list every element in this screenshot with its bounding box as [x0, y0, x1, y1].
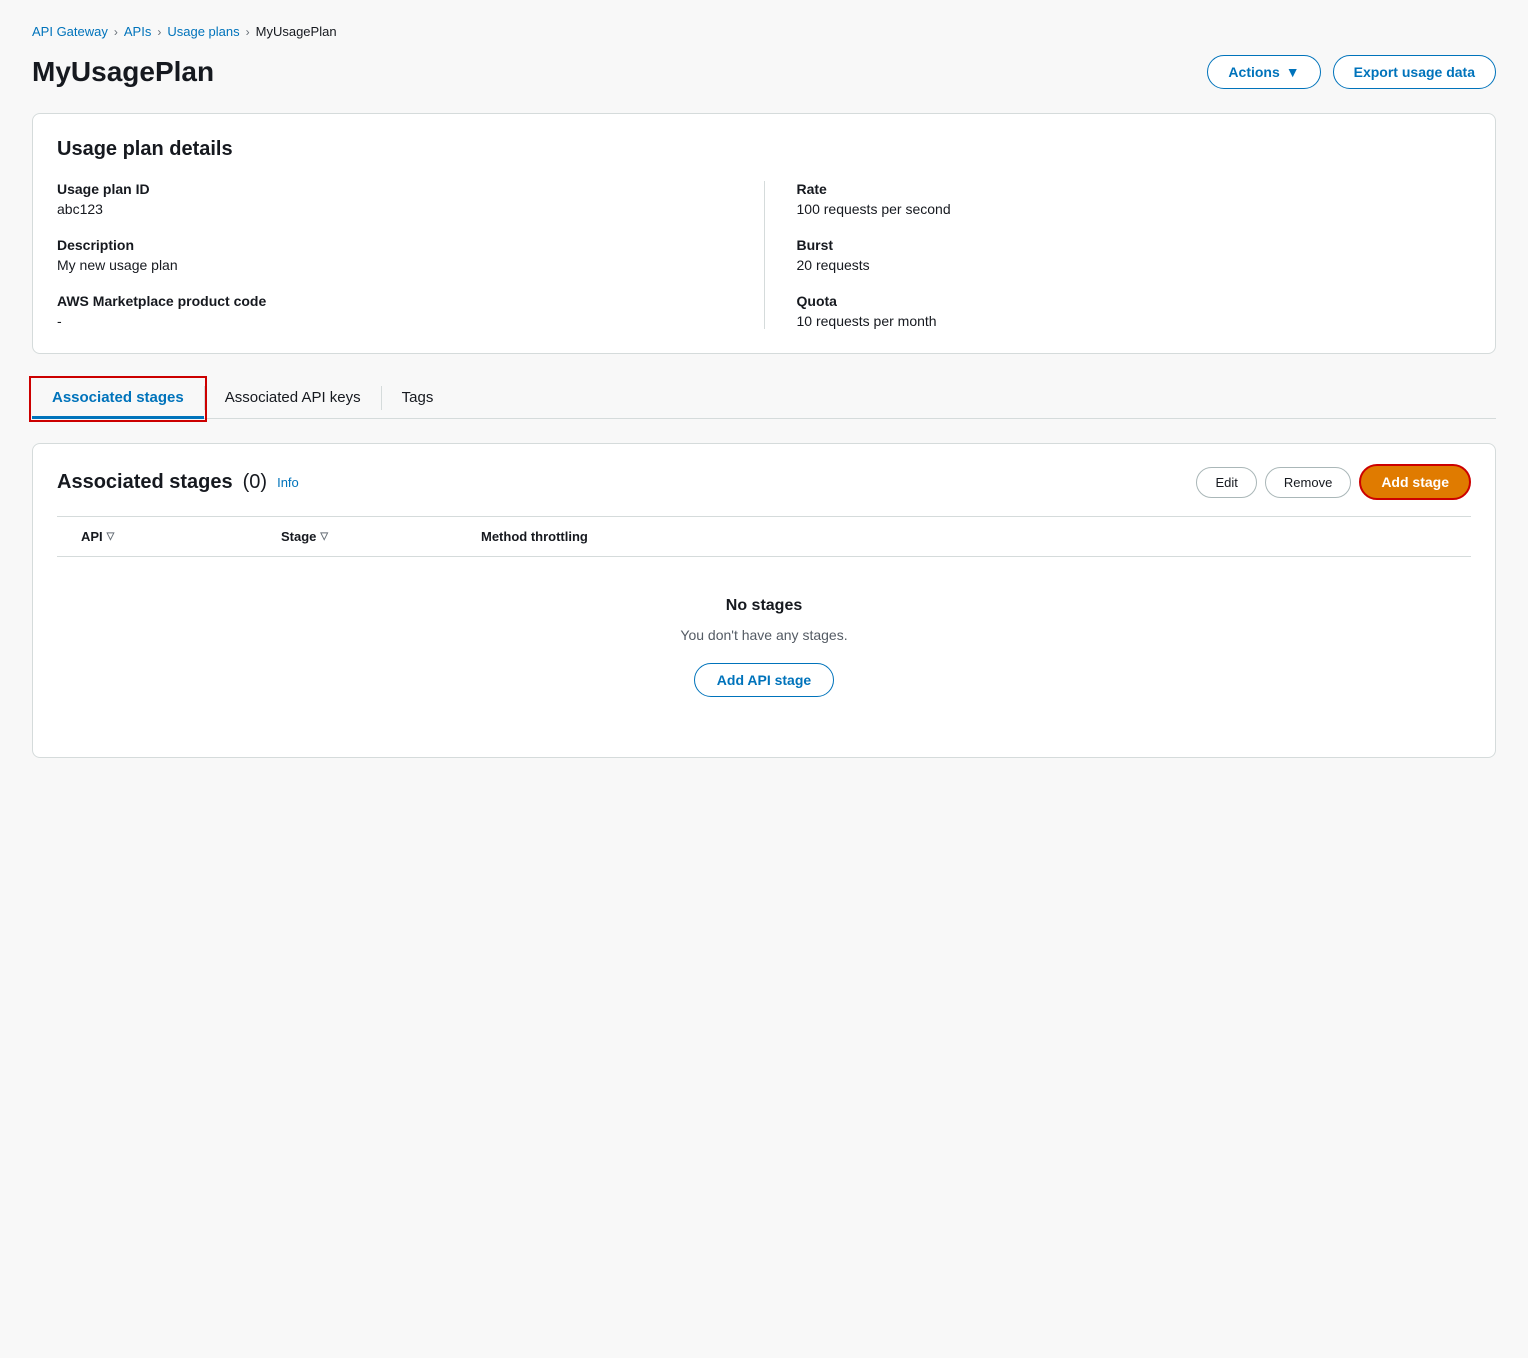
detail-value-usage-plan-id: abc123: [57, 201, 732, 217]
detail-value-burst: 20 requests: [797, 257, 1472, 273]
page-title: MyUsagePlan: [32, 56, 214, 88]
empty-state: No stages You don't have any stages. Add…: [57, 557, 1471, 737]
header-actions: Actions ▼ Export usage data: [1207, 55, 1496, 89]
section-buttons: Edit Remove Add stage: [1196, 464, 1471, 500]
edit-button[interactable]: Edit: [1196, 467, 1256, 498]
detail-value-description: My new usage plan: [57, 257, 732, 273]
detail-label-usage-plan-id: Usage plan ID: [57, 181, 732, 197]
empty-description: You don't have any stages.: [77, 627, 1451, 643]
export-label: Export usage data: [1354, 64, 1475, 80]
export-usage-data-button[interactable]: Export usage data: [1333, 55, 1496, 89]
th-stage-sort-icon: ▽: [320, 531, 328, 542]
detail-value-marketplace-code: -: [57, 313, 732, 329]
detail-description: Description My new usage plan: [57, 237, 732, 273]
detail-marketplace-code: AWS Marketplace product code -: [57, 293, 732, 329]
actions-dropdown-icon: ▼: [1286, 64, 1300, 80]
usage-plan-details-card: Usage plan details Usage plan ID abc123 …: [32, 113, 1496, 354]
table-container: API ▽ Stage ▽ Method throttling No stage…: [57, 516, 1471, 737]
details-right: Rate 100 requests per second Burst 20 re…: [765, 181, 1472, 329]
detail-value-quota: 10 requests per month: [797, 313, 1472, 329]
detail-value-rate: 100 requests per second: [797, 201, 1472, 217]
detail-label-description: Description: [57, 237, 732, 253]
page-header: MyUsagePlan Actions ▼ Export usage data: [32, 55, 1496, 89]
detail-label-quota: Quota: [797, 293, 1472, 309]
remove-button[interactable]: Remove: [1265, 467, 1351, 498]
tab-associated-stages[interactable]: Associated stages: [32, 379, 204, 419]
breadcrumb-sep-2: ›: [157, 25, 161, 39]
breadcrumb-sep-3: ›: [246, 25, 250, 39]
add-stage-button[interactable]: Add stage: [1359, 464, 1471, 500]
detail-quota: Quota 10 requests per month: [797, 293, 1472, 329]
associated-stages-section: Associated stages (0) Info Edit Remove A…: [32, 443, 1496, 758]
tabs-container: Associated stages Associated API keys Ta…: [32, 378, 1496, 419]
breadcrumb-apis[interactable]: APIs: [124, 24, 151, 39]
table-header-row: API ▽ Stage ▽ Method throttling: [57, 517, 1471, 557]
breadcrumb-sep-1: ›: [114, 25, 118, 39]
th-api[interactable]: API ▽: [73, 525, 273, 548]
table-checkbox-col: [57, 525, 73, 548]
breadcrumb-api-gateway[interactable]: API Gateway: [32, 24, 108, 39]
th-stage[interactable]: Stage ▽: [273, 525, 473, 548]
section-header: Associated stages (0) Info Edit Remove A…: [57, 464, 1471, 500]
breadcrumb-usage-plans[interactable]: Usage plans: [167, 24, 239, 39]
detail-label-burst: Burst: [797, 237, 1472, 253]
breadcrumb-current: MyUsagePlan: [256, 24, 337, 39]
tab-tags[interactable]: Tags: [382, 379, 454, 419]
breadcrumb: API Gateway › APIs › Usage plans › MyUsa…: [32, 24, 1496, 39]
tab-associated-api-keys[interactable]: Associated API keys: [205, 379, 381, 419]
detail-usage-plan-id: Usage plan ID abc123: [57, 181, 732, 217]
actions-label: Actions: [1228, 64, 1279, 80]
info-link[interactable]: Info: [277, 475, 299, 490]
th-api-sort-icon: ▽: [107, 531, 115, 542]
details-card-title: Usage plan details: [57, 138, 1471, 161]
detail-burst: Burst 20 requests: [797, 237, 1472, 273]
details-grid: Usage plan ID abc123 Description My new …: [57, 181, 1471, 329]
actions-button[interactable]: Actions ▼: [1207, 55, 1320, 89]
section-title-row: Associated stages (0) Info: [57, 471, 299, 494]
empty-title: No stages: [77, 597, 1451, 615]
details-left: Usage plan ID abc123 Description My new …: [57, 181, 764, 329]
detail-label-rate: Rate: [797, 181, 1472, 197]
th-method-throttling: Method throttling: [473, 525, 1471, 548]
section-title: Associated stages: [57, 471, 233, 494]
section-count: (0): [243, 471, 267, 494]
detail-label-marketplace-code: AWS Marketplace product code: [57, 293, 732, 309]
detail-rate: Rate 100 requests per second: [797, 181, 1472, 217]
add-api-stage-button[interactable]: Add API stage: [694, 663, 834, 697]
